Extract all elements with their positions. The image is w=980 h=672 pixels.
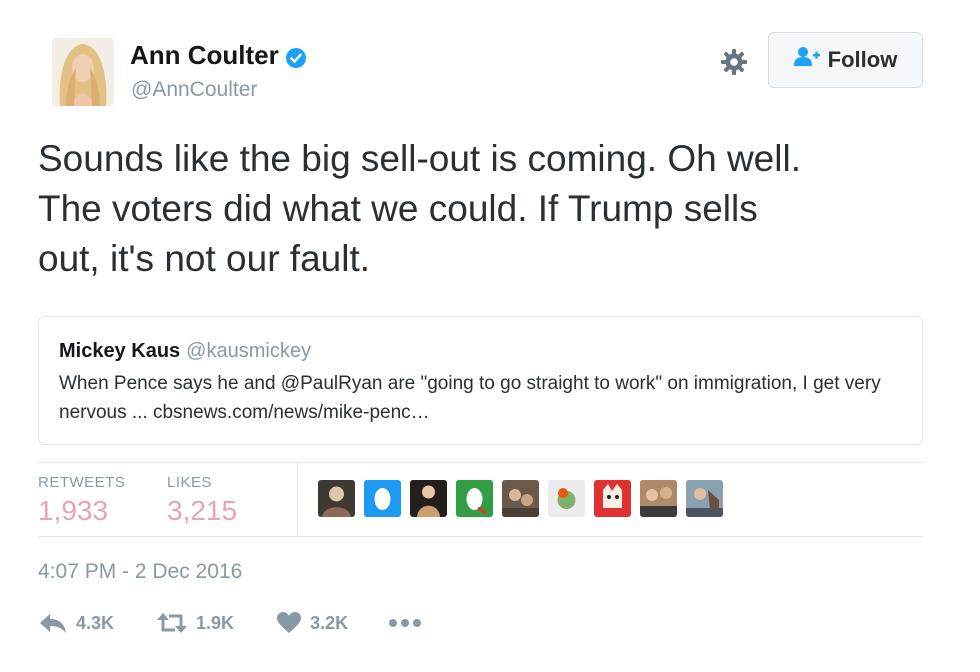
liker-avatar[interactable] <box>548 480 585 517</box>
stats-divider-bottom <box>38 536 923 537</box>
tweet-text: Sounds like the big sell-out is coming. … <box>38 138 801 279</box>
retweet-button[interactable]: 1.9K <box>156 611 234 635</box>
user-handle[interactable]: @AnnCoulter <box>131 78 257 102</box>
gear-icon[interactable] <box>720 48 748 76</box>
stats-divider-top <box>38 462 923 463</box>
follow-button[interactable]: Follow <box>768 32 923 88</box>
quoted-tweet-name: Mickey Kaus <box>59 340 181 362</box>
stats-separator <box>297 462 298 536</box>
quoted-tweet-handle: @kausmickey <box>186 340 311 362</box>
liker-avatar[interactable] <box>318 480 355 517</box>
follow-person-icon <box>793 46 820 74</box>
action-bar: 4.3K 1.9K 3.2K <box>38 606 422 640</box>
more-button[interactable] <box>388 618 422 628</box>
heart-icon <box>276 611 302 635</box>
user-name[interactable]: Ann Coulter <box>130 40 279 71</box>
verified-badge-icon <box>285 45 307 68</box>
liker-avatar[interactable] <box>594 480 631 517</box>
likes-stat[interactable]: LIKES 3,215 <box>167 474 237 527</box>
likes-count: 3,215 <box>167 495 238 526</box>
like-button[interactable]: 3.2K <box>276 611 348 635</box>
retweet-count: 1.9K <box>196 612 235 633</box>
quoted-tweet-header: Mickey Kaus @kausmickey <box>59 340 311 363</box>
reply-count: 4.3K <box>76 612 115 633</box>
likes-label: LIKES <box>167 474 213 491</box>
user-name-row[interactable]: Ann Coulter <box>130 40 307 71</box>
liker-avatar[interactable] <box>364 480 401 517</box>
quoted-tweet-text: When Pence says he and @PaulRyan are "go… <box>59 373 881 423</box>
tweet-timestamp[interactable]: 4:07 PM - 2 Dec 2016 <box>38 560 242 584</box>
liker-avatar[interactable] <box>640 480 677 517</box>
reply-button[interactable]: 4.3K <box>38 611 114 635</box>
user-avatar[interactable] <box>52 38 114 106</box>
liker-avatar[interactable] <box>410 480 447 517</box>
reply-icon <box>38 611 68 635</box>
retweets-stat[interactable]: RETWEETS 1,933 <box>38 474 125 527</box>
retweets-count: 1,933 <box>38 495 109 526</box>
like-count: 3.2K <box>310 612 349 633</box>
quoted-tweet-card[interactable]: Mickey Kaus @kausmickey When Pence says h… <box>38 316 923 445</box>
retweet-icon <box>156 611 188 635</box>
liker-avatar[interactable] <box>686 480 723 517</box>
more-icon <box>388 618 422 628</box>
liker-avatar[interactable] <box>456 480 493 517</box>
retweets-label: RETWEETS <box>38 474 126 491</box>
liker-avatar[interactable] <box>502 480 539 517</box>
follow-label: Follow <box>827 47 898 72</box>
liker-avatars <box>318 480 723 517</box>
